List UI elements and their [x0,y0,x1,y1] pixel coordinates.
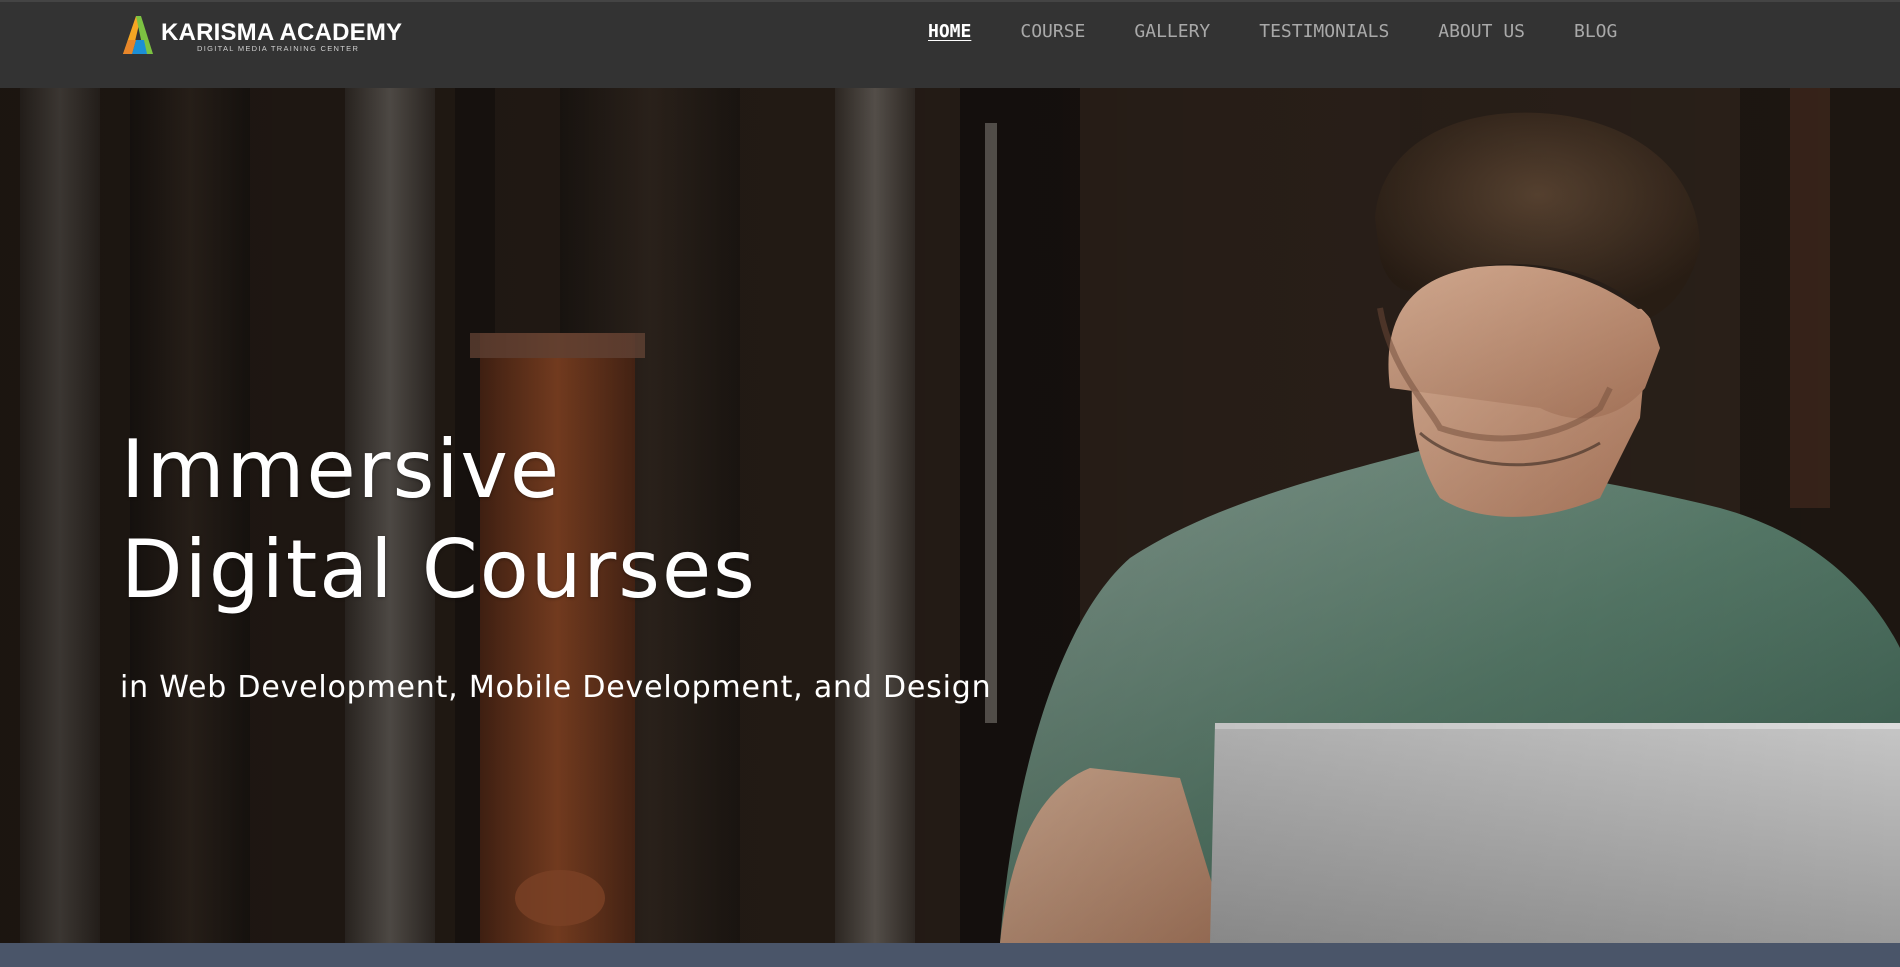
main-nav: HOME COURSE GALLERY TESTIMONIALS ABOUT U… [928,20,1666,44]
section-divider [0,943,1900,967]
logo-link[interactable]: KARISMA ACADEMY DIGITAL MEDIA TRAINING C… [119,14,419,56]
hero-title-line-2: Digital Courses [121,523,757,616]
nav-course[interactable]: COURSE [1020,20,1085,44]
nav-about-us[interactable]: ABOUT US [1438,20,1525,44]
hero-subtitle: in Web Development, Mobile Development, … [120,670,992,705]
hero-title-line-1: Immersive [121,423,562,516]
nav-blog[interactable]: BLOG [1574,20,1617,44]
brand-name: KARISMA ACADEMY [161,19,403,46]
nav-testimonials[interactable]: TESTIMONIALS [1259,20,1389,44]
hero-section: Immersive Digital Courses in Web Develop… [0,88,1900,943]
brand-tagline: DIGITAL MEDIA TRAINING CENTER [197,44,360,53]
site-header: KARISMA ACADEMY DIGITAL MEDIA TRAINING C… [0,0,1900,88]
nav-gallery[interactable]: GALLERY [1134,20,1210,44]
hero-title: Immersive Digital Courses [121,420,757,620]
karisma-logo-icon [123,16,153,54]
nav-home[interactable]: HOME [928,20,971,44]
